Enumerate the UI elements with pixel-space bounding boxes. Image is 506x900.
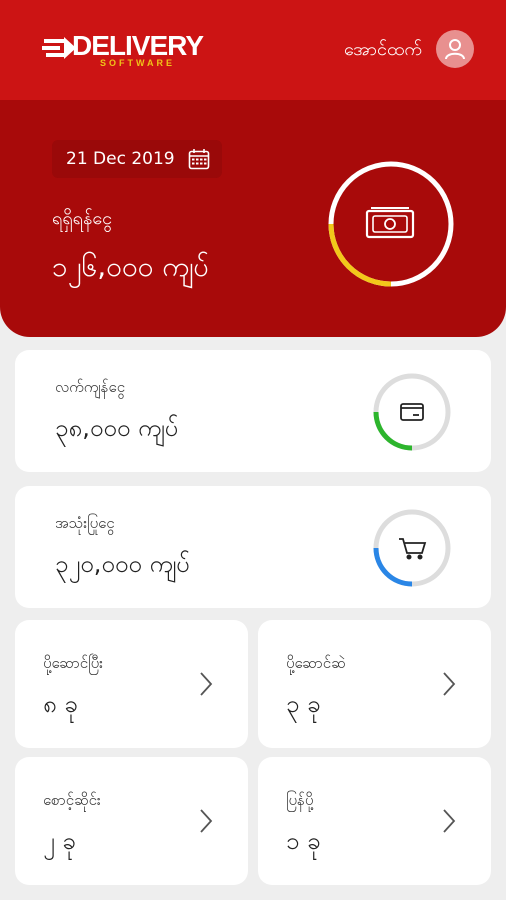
stat-count: ၃ ခု (286, 690, 321, 718)
cart-icon (399, 538, 427, 560)
spent-card[interactable]: အသုံးပြုငွေ ၃၂၀,၀၀၀ ကျပ် (15, 486, 491, 608)
date-text: 21 Dec 2019 (66, 149, 175, 169)
stat-card-pending[interactable]: စောင့်ဆိုင်း ၂ ခု (15, 757, 248, 885)
logo-subtitle: SOFTWARE (100, 58, 175, 68)
stat-label: ပို့ဆောင်ဆဲ (286, 654, 346, 672)
spent-amount: ၃၂၀,၀၀၀ ကျပ် (55, 550, 190, 578)
stat-count: ၈ ခု (43, 690, 78, 718)
stat-count: ၂ ခု (43, 827, 76, 855)
chevron-right-icon (200, 672, 213, 696)
receivable-amount: ၁၂၆,၀၀၀ ကျပ် (52, 250, 210, 283)
user-icon (445, 39, 465, 60)
avatar[interactable] (436, 30, 474, 68)
stat-card-returned[interactable]: ပြန်ပို့ ၁ ခု (258, 757, 491, 885)
app-logo: DELIVERY SOFTWARE (42, 30, 212, 72)
stat-label: စောင့်ဆိုင်း (43, 791, 101, 809)
user-name[interactable]: အောင်ထက် (344, 37, 422, 64)
chevron-right-icon (200, 809, 213, 833)
app-header: DELIVERY SOFTWARE အောင်ထက် (0, 0, 506, 100)
receivable-ring (328, 161, 454, 287)
stat-label: ပို့ဆောင်ပြီး (43, 654, 103, 672)
balance-card[interactable]: လက်ကျန်ငွေ ၃၈,၀၀၀ ကျပ် (15, 350, 491, 472)
spent-ring (373, 509, 451, 587)
receivable-label: ရရှိရန်ငွေ (52, 208, 113, 229)
spent-label: အသုံးပြုငွေ (55, 514, 115, 532)
stat-card-in-transit[interactable]: ပို့ဆောင်ဆဲ ၃ ခု (258, 620, 491, 748)
date-picker[interactable]: 21 Dec 2019 (52, 140, 222, 178)
balance-ring (373, 373, 451, 451)
stat-label: ပြန်ပို့ (286, 791, 314, 809)
balance-label: လက်ကျန်ငွေ (55, 378, 126, 396)
summary-panel: 21 Dec 2019 ရရှိရန်ငွေ ၁၂၆,၀၀၀ ကျပ် (0, 100, 506, 337)
stat-count: ၁ ခု (286, 827, 321, 855)
chevron-right-icon (443, 809, 456, 833)
calendar-icon (188, 149, 210, 170)
card-icon (400, 403, 424, 421)
stat-card-delivered[interactable]: ပို့ဆောင်ပြီး ၈ ခု (15, 620, 248, 748)
chevron-right-icon (443, 672, 456, 696)
balance-amount: ၃၈,၀၀၀ ကျပ် (55, 414, 179, 442)
money-icon (365, 207, 415, 239)
